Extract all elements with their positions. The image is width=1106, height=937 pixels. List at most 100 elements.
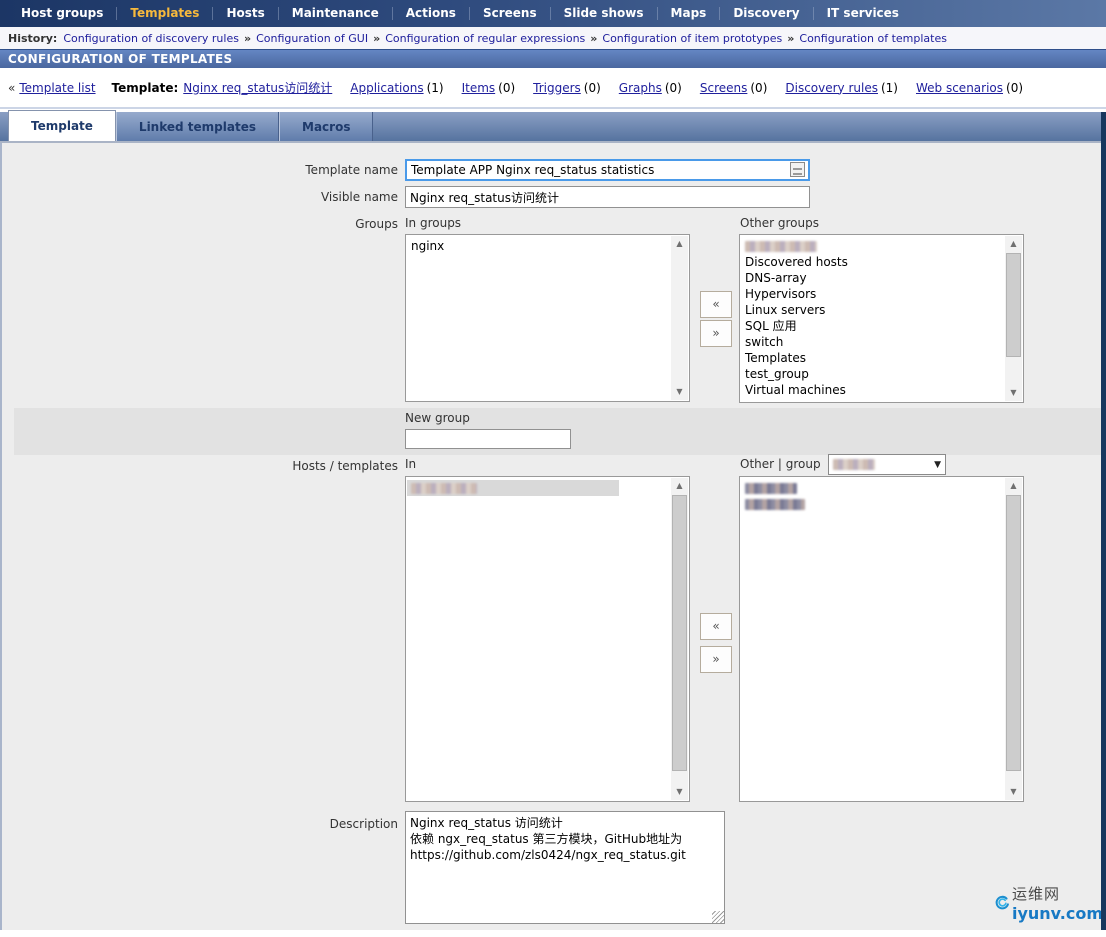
history-link-2[interactable]: Configuration of GUI	[256, 32, 368, 45]
menu-templates[interactable]: Templates	[117, 7, 214, 20]
groups-move-right-button[interactable]: »	[700, 320, 732, 347]
list-option[interactable]: test_group	[741, 366, 1005, 382]
history-link-1[interactable]: Configuration of discovery rules	[63, 32, 239, 45]
new-group-input[interactable]	[405, 429, 571, 449]
screens-link[interactable]: Screens	[700, 81, 748, 95]
in-groups-caption: In groups	[405, 216, 462, 230]
scroll-down-icon[interactable]: ▼	[1005, 784, 1022, 800]
other-groups-caption: Other groups	[740, 216, 819, 230]
menu-maps[interactable]: Maps	[658, 7, 721, 20]
menu-it-services[interactable]: IT services	[814, 7, 912, 20]
hosts-in-listbox[interactable]: ▲ ▼	[405, 476, 690, 802]
list-option-redacted[interactable]	[741, 480, 1005, 496]
scrollbar-thumb[interactable]	[672, 495, 687, 771]
list-option[interactable]: Hypervisors	[741, 286, 1005, 302]
template-name-link[interactable]: Nginx req_status访问统计	[183, 79, 332, 96]
template-name-label: Template name	[305, 163, 398, 177]
iyunv-logo-icon	[995, 895, 1009, 910]
menu-slide-shows[interactable]: Slide shows	[551, 7, 658, 20]
scroll-down-icon[interactable]: ▼	[1005, 385, 1022, 401]
menu-discovery[interactable]: Discovery	[720, 7, 814, 20]
graphs-entity: Graphs (0)	[619, 81, 682, 95]
items-link[interactable]: Items	[462, 81, 496, 95]
menu-screens[interactable]: Screens	[470, 7, 551, 20]
web-scenarios-link[interactable]: Web scenarios	[916, 81, 1003, 95]
discovery-rules-link[interactable]: Discovery rules	[785, 81, 878, 95]
list-option[interactable]: switch	[741, 334, 1005, 350]
list-option[interactable]: DNS-array	[741, 270, 1005, 286]
resize-grip-icon[interactable]	[712, 911, 724, 923]
tab-bar: Template Linked templates Macros	[0, 110, 1106, 143]
redacted-text	[833, 459, 875, 470]
right-edge-bar	[1101, 112, 1106, 930]
visible-name-input[interactable]	[405, 186, 810, 208]
scroll-up-icon[interactable]: ▲	[671, 236, 688, 252]
input-select-icon[interactable]	[790, 162, 805, 177]
iyunv-watermark: 运维网 iyunv.com	[995, 876, 1103, 930]
scrollbar-thumb[interactable]	[1006, 253, 1021, 357]
scroll-up-icon[interactable]: ▲	[671, 478, 688, 494]
hosts-other-listbox[interactable]: ▲ ▼	[739, 476, 1024, 802]
scrollbar[interactable]: ▲ ▼	[671, 478, 688, 800]
list-option-redacted[interactable]	[741, 496, 1005, 512]
history-link-4[interactable]: Configuration of item prototypes	[602, 32, 782, 45]
groups-label: Groups	[355, 217, 398, 231]
hosts-in-caption: In	[405, 457, 417, 471]
other-groups-listbox[interactable]: Discovered hosts DNS-array Hypervisors L…	[739, 234, 1024, 403]
list-option-redacted[interactable]	[741, 238, 1005, 254]
groups-move-left-button[interactable]: «	[700, 291, 732, 318]
group-filter-select[interactable]: ▼	[828, 454, 946, 475]
applications-link[interactable]: Applications	[350, 81, 423, 95]
triggers-link[interactable]: Triggers	[533, 81, 581, 95]
list-option[interactable]: nginx	[407, 238, 671, 254]
scroll-down-icon[interactable]: ▼	[671, 384, 688, 400]
list-option[interactable]: Discovered hosts	[741, 254, 1005, 270]
scrollbar-thumb[interactable]	[1006, 495, 1021, 771]
list-option[interactable]: Linux servers	[741, 302, 1005, 318]
applications-count: (1)	[426, 80, 444, 95]
description-label: Description	[329, 817, 398, 831]
list-option-redacted[interactable]	[407, 480, 619, 496]
screens-entity: Screens (0)	[700, 81, 768, 95]
breadcrumb-separator: »	[373, 31, 381, 45]
tab-template[interactable]: Template	[8, 110, 116, 141]
in-groups-listbox[interactable]: nginx ▲ ▼	[405, 234, 690, 402]
scrollbar[interactable]: ▲ ▼	[1005, 236, 1022, 401]
chevron-down-icon: ▼	[934, 459, 941, 470]
page-title: CONFIGURATION OF TEMPLATES	[0, 49, 1106, 68]
menu-maintenance[interactable]: Maintenance	[279, 7, 393, 20]
scroll-down-icon[interactable]: ▼	[671, 784, 688, 800]
scrollbar[interactable]: ▲ ▼	[1005, 478, 1022, 800]
back-arrow: «	[8, 80, 16, 95]
template-name-input[interactable]	[405, 159, 810, 181]
web-scenarios-count: (0)	[1006, 80, 1024, 95]
description-field-wrap: Nginx req_status 访问统计 依赖 ngx_req_status …	[405, 811, 725, 924]
scroll-up-icon[interactable]: ▲	[1005, 236, 1022, 252]
list-option[interactable]: Templates	[741, 350, 1005, 366]
hosts-move-right-button[interactable]: »	[700, 646, 732, 673]
redacted-text	[745, 241, 817, 252]
redacted-text	[745, 483, 797, 494]
list-option[interactable]: Virtual machines	[741, 382, 1005, 398]
applications-entity: Applications (1)	[350, 81, 443, 95]
hosts-move-left-button[interactable]: «	[700, 613, 732, 640]
menu-actions[interactable]: Actions	[393, 7, 470, 20]
template-label: Template:	[111, 80, 179, 95]
history-link-5[interactable]: Configuration of templates	[799, 32, 947, 45]
scroll-up-icon[interactable]: ▲	[1005, 478, 1022, 494]
history-link-3[interactable]: Configuration of regular expressions	[385, 32, 585, 45]
history-breadcrumb: History: Configuration of discovery rule…	[0, 27, 1106, 49]
template-list-link[interactable]: Template list	[19, 81, 95, 95]
tab-macros[interactable]: Macros	[279, 112, 374, 141]
menu-host-groups[interactable]: Host groups	[8, 7, 118, 20]
graphs-link[interactable]: Graphs	[619, 81, 662, 95]
discovery-rules-count: (1)	[880, 80, 898, 95]
triggers-count: (0)	[583, 80, 601, 95]
scrollbar[interactable]: ▲ ▼	[671, 236, 688, 400]
menu-hosts[interactable]: Hosts	[213, 7, 279, 20]
description-textarea[interactable]: Nginx req_status 访问统计 依赖 ngx_req_status …	[405, 811, 725, 924]
discovery-rules-entity: Discovery rules (1)	[785, 81, 898, 95]
tab-linked-templates[interactable]: Linked templates	[115, 112, 279, 141]
breadcrumb-separator: »	[243, 31, 252, 45]
list-option[interactable]: SQL 应用	[741, 318, 1005, 334]
